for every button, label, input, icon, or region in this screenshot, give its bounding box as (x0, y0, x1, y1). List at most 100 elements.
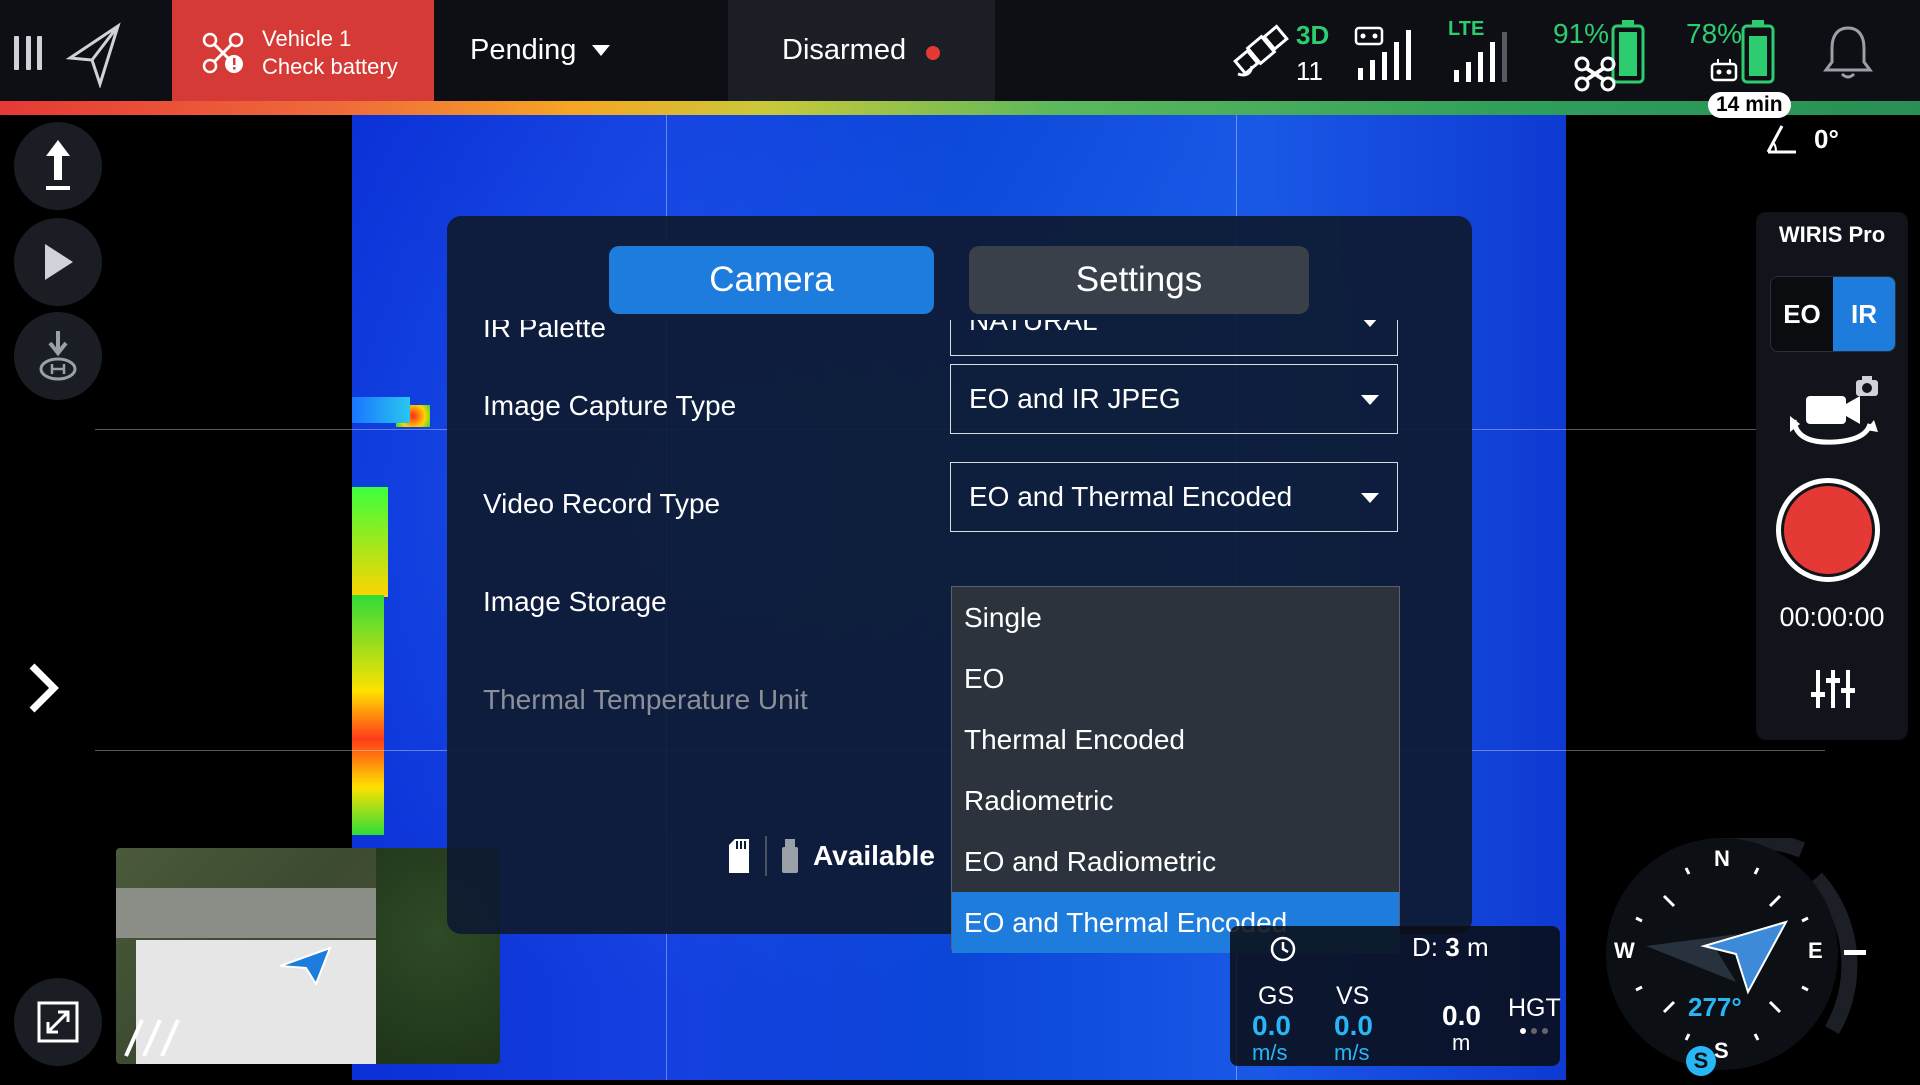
dropdown-option[interactable]: Single (952, 587, 1399, 648)
compass-s: S (1714, 1038, 1729, 1063)
gimbal-tilt: 0° (1764, 122, 1839, 156)
image-storage-label: Image Storage (483, 586, 667, 617)
height-label[interactable]: HGT (1508, 994, 1561, 1023)
video-record-type-select[interactable]: EO and Thermal Encoded (950, 462, 1398, 532)
ir-palette-value: NATURAL (969, 320, 1098, 336)
image-capture-type-label: Image Capture Type (483, 390, 737, 421)
vertical-speed-label: VS (1336, 982, 1370, 1010)
ir-palette-label: IR Palette (483, 320, 606, 343)
rc-battery-icon[interactable] (1740, 20, 1776, 89)
land-button[interactable] (14, 312, 102, 400)
thermal-temperature-unit-label: Thermal Temperature Unit (483, 684, 808, 715)
battery-progress-strip (0, 101, 1920, 115)
flight-mode-label: Pending (470, 34, 577, 66)
record-icon (1784, 486, 1872, 574)
gimbal-tilt-value: 0° (1814, 123, 1839, 154)
menu-icon[interactable] (14, 36, 42, 70)
switch-photo-video-icon[interactable] (1786, 372, 1882, 463)
storage-available-label: Available (813, 840, 935, 871)
dropdown-option[interactable]: Thermal Encoded (952, 709, 1399, 770)
usb-icon (782, 839, 798, 873)
satellite-icon[interactable] (1230, 18, 1292, 87)
storage-divider (765, 836, 767, 876)
sd-card-icon (729, 839, 749, 873)
expand-panel-chevron-icon[interactable] (26, 660, 60, 721)
drone-icon (1574, 56, 1616, 97)
drone-battery-percent: 91% (1553, 18, 1610, 49)
gps-fix-label: 3D (1296, 20, 1330, 50)
dropdown-option[interactable]: EO and Radiometric (952, 831, 1399, 892)
lte-signal-icon[interactable] (1450, 30, 1516, 89)
top-status-bar: Vehicle 1 Check battery Pending Disarmed… (0, 0, 1920, 101)
clock-icon (1270, 936, 1296, 962)
flight-time-remaining: 14 min (1708, 92, 1791, 118)
altitude-value: 0.0 (1442, 1000, 1481, 1031)
dropdown-option[interactable]: Radiometric (952, 770, 1399, 831)
thermal-hotspot (352, 487, 388, 597)
height-mode-dots (1520, 1028, 1548, 1034)
tab-settings[interactable]: Settings (969, 246, 1309, 314)
video-record-type-value: EO and Thermal Encoded (969, 481, 1293, 512)
takeoff-button[interactable] (14, 122, 102, 210)
image-capture-type-value: EO and IR JPEG (969, 383, 1181, 414)
ir-palette-select[interactable]: NATURAL (950, 320, 1398, 356)
vehicle-name: Vehicle 1 (262, 26, 352, 51)
recording-timer: 00:00:00 (1779, 602, 1885, 632)
video-record-type-options[interactable]: Single EO Thermal Encoded Radiometric EO… (951, 586, 1400, 953)
expand-icon (37, 1001, 79, 1043)
distance-readout: D: 3 m (1412, 932, 1489, 963)
compass-badge: S (1686, 1046, 1716, 1076)
caret-down-icon (1361, 320, 1379, 327)
distance-label: D: (1412, 932, 1438, 962)
ground-speed-unit: m/s (1252, 1040, 1288, 1065)
storage-status: Available (727, 836, 935, 876)
distance-unit: m (1466, 932, 1489, 962)
ir-option[interactable]: IR (1833, 277, 1895, 351)
heading-value: 277° (1688, 992, 1742, 1022)
arm-state-dot (926, 46, 940, 60)
fullscreen-button[interactable] (14, 978, 102, 1066)
record-button[interactable] (1776, 478, 1880, 582)
mini-map[interactable] (116, 848, 500, 1064)
plan-mission-icon[interactable] (65, 22, 122, 93)
tab-camera[interactable]: Camera (609, 246, 934, 314)
satellite-count: 11 (1296, 56, 1323, 86)
vehicle-status-text: Check battery (262, 54, 398, 79)
start-mission-button[interactable] (14, 218, 102, 306)
camera-control-panel: WIRIS Pro EO IR 00:00:00 (1756, 212, 1908, 740)
video-record-type-label: Video Record Type (483, 488, 721, 519)
dropdown-option[interactable]: EO (952, 648, 1399, 709)
land-icon (39, 331, 77, 381)
caret-down-icon (1361, 493, 1379, 503)
thermal-hotspot (352, 595, 384, 835)
play-icon (45, 244, 73, 280)
vehicle-status[interactable]: Vehicle 1 Check battery (172, 0, 434, 101)
angle-icon (1766, 125, 1796, 154)
drone-warning-icon (202, 32, 244, 79)
bell-icon[interactable] (1822, 24, 1874, 87)
ground-speed-label: GS (1258, 982, 1295, 1010)
vertical-speed-value: 0.0 (1334, 1010, 1373, 1041)
arm-status[interactable]: Disarmed (728, 0, 995, 101)
eo-option[interactable]: EO (1771, 277, 1833, 351)
rc-signal-icon[interactable] (1354, 22, 1420, 89)
caret-down-icon (1361, 395, 1379, 405)
vertical-speed-unit: m/s (1334, 1040, 1370, 1065)
compass-n: N (1714, 846, 1730, 871)
altitude-unit: m (1452, 1030, 1471, 1055)
remote-controller-icon (1710, 58, 1738, 87)
camera-adjust-sliders-icon[interactable] (1810, 668, 1856, 715)
compass-widget[interactable]: N E S W 277° S (1606, 832, 1896, 1085)
telemetry-panel: GS 0.0 m/s VS 0.0 m/s 0.0 m HGT (1230, 926, 1561, 1066)
thermal-hotspot (352, 397, 410, 423)
rc-battery-percent: 78% (1686, 18, 1743, 49)
camera-model-title: WIRIS Pro (1778, 222, 1886, 247)
takeoff-icon (46, 140, 70, 190)
distance-value: 3 (1445, 932, 1460, 962)
vehicle-location-arrow-icon (279, 946, 332, 986)
compass-badge-label: S (1693, 1048, 1709, 1073)
eo-ir-toggle[interactable]: EO IR (1770, 276, 1896, 352)
image-capture-type-select[interactable]: EO and IR JPEG (950, 364, 1398, 434)
flight-mode-dropdown[interactable]: Pending (470, 34, 611, 67)
collapse-map-chevrons-icon[interactable] (122, 1016, 184, 1060)
